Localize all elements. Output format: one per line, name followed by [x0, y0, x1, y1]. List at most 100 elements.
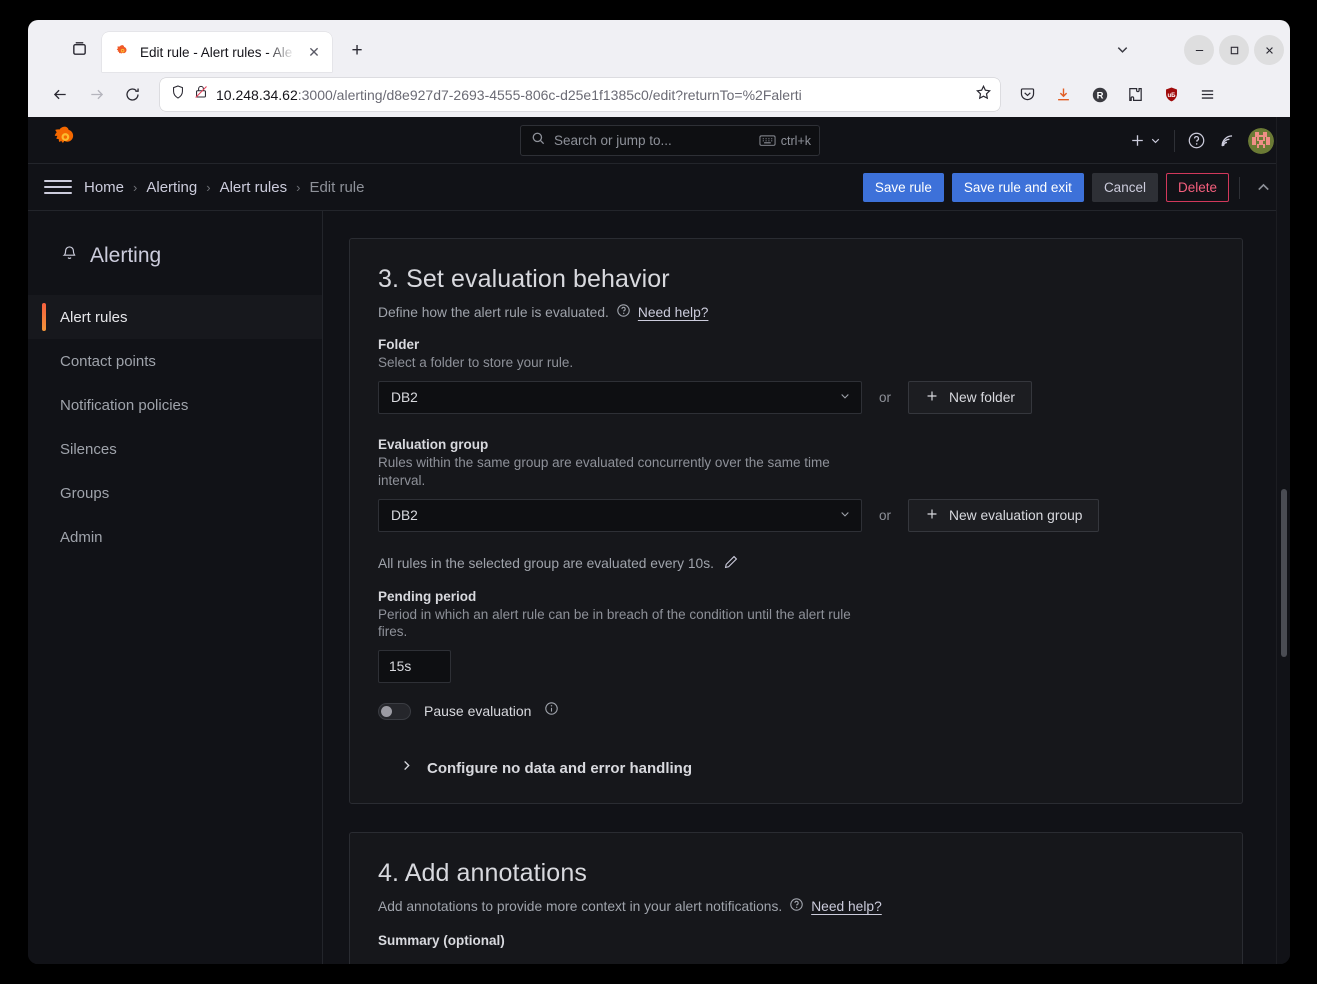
url-path: :3000/alerting/d8e927d7-2693-4555-806c-d…	[297, 86, 802, 103]
summary-label: Summary (optional)	[378, 933, 505, 949]
list-all-tabs-icon[interactable]	[62, 31, 96, 65]
cancel-button[interactable]: Cancel	[1091, 173, 1158, 202]
minimize-button[interactable]	[1184, 35, 1214, 65]
sidebar-item-contact-points[interactable]: Contact points	[28, 339, 322, 383]
delete-button[interactable]: Delete	[1165, 173, 1229, 202]
search-input[interactable]: Search or jump to... ctrl+k	[520, 125, 820, 156]
sidebar-item-label: Groups	[60, 484, 110, 502]
app-menu-icon[interactable]	[1191, 78, 1224, 111]
pending-period-value: 15s	[389, 659, 412, 675]
page-scrollbar[interactable]	[1276, 117, 1290, 964]
section-description-text: Add annotations to provide more context …	[378, 898, 783, 914]
reload-icon[interactable]	[116, 78, 149, 111]
close-button[interactable]	[1254, 35, 1284, 65]
grafana-top-nav: Search or jump to... ctrl+k	[28, 117, 1290, 164]
evaluation-group-row: DB2 or New evaluation group	[378, 498, 1214, 532]
help-circle-icon	[789, 897, 804, 915]
sidebar: Alerting Alert rules Contact points Noti…	[28, 211, 323, 964]
sidebar-item-notification-policies[interactable]: Notification policies	[28, 383, 322, 427]
save-rule-button[interactable]: Save rule	[862, 173, 944, 202]
grafana-logo[interactable]	[50, 125, 80, 155]
pause-evaluation-row: Pause evaluation	[378, 701, 1214, 721]
evaluation-group-select[interactable]: DB2	[378, 498, 862, 532]
need-help-link[interactable]: Need help?	[638, 305, 709, 320]
browser-window: Edit rule - Alert rules - Ale ✕ + 10.248…	[28, 20, 1290, 964]
browser-toolbar-icons: R uБ	[1011, 78, 1224, 111]
configure-no-data-collapse[interactable]: Configure no data and error handling	[378, 759, 1214, 777]
divider	[1239, 176, 1240, 199]
folder-description: Select a folder to store your rule.	[378, 355, 574, 370]
breadcrumb: Home › Alerting › Alert rules › Edit rul…	[84, 179, 364, 196]
sidebar-item-admin[interactable]: Admin	[28, 515, 322, 559]
new-folder-button[interactable]: New folder	[908, 381, 1032, 415]
ublock-origin-icon[interactable]: uБ	[1155, 78, 1188, 111]
menu-toggle-icon[interactable]	[44, 173, 72, 201]
sidebar-item-alert-rules[interactable]: Alert rules	[28, 295, 322, 339]
configure-no-data-label: Configure no data and error handling	[427, 759, 693, 777]
need-help-link[interactable]: Need help?	[811, 899, 882, 914]
maximize-button[interactable]	[1219, 35, 1249, 65]
chevron-down-icon[interactable]	[1109, 36, 1135, 62]
user-avatar[interactable]	[1248, 127, 1274, 154]
container-account-icon[interactable]: R	[1083, 78, 1116, 111]
or-label: or	[879, 507, 892, 523]
new-tab-button[interactable]: +	[341, 35, 373, 67]
chevron-down-icon	[1151, 138, 1160, 144]
shortcut-text: ctrl+k	[780, 133, 811, 148]
url-text[interactable]: 10.248.34.62:3000/alerting/d8e927d7-2693…	[216, 87, 968, 103]
pocket-icon[interactable]	[1011, 78, 1044, 111]
save-rule-and-exit-button[interactable]: Save rule and exit	[951, 173, 1084, 202]
divider	[1174, 129, 1175, 152]
close-icon[interactable]: ✕	[304, 42, 324, 62]
pause-evaluation-toggle[interactable]	[378, 702, 411, 720]
news-rss-icon[interactable]	[1218, 132, 1236, 150]
sidebar-item-label: Contact points	[60, 352, 156, 370]
browser-tab[interactable]: Edit rule - Alert rules - Ale ✕	[102, 32, 332, 72]
breadcrumb-bar: Home › Alerting › Alert rules › Edit rul…	[28, 164, 1290, 211]
breadcrumb-item-alerting[interactable]: Alerting	[146, 179, 197, 196]
section-title: 3. Set evaluation behavior	[378, 265, 670, 293]
add-new-button[interactable]	[1129, 132, 1162, 149]
extensions-icon[interactable]	[1119, 78, 1152, 111]
sidebar-item-groups[interactable]: Groups	[28, 471, 322, 515]
shield-icon[interactable]	[170, 84, 186, 105]
svg-text:R: R	[1096, 90, 1103, 101]
sidebar-item-silences[interactable]: Silences	[28, 427, 322, 471]
info-circle-icon[interactable]	[544, 701, 559, 721]
breadcrumb-separator: ›	[296, 179, 301, 195]
url-bar[interactable]: 10.248.34.62:3000/alerting/d8e927d7-2693…	[160, 78, 1000, 111]
new-evaluation-group-button[interactable]: New evaluation group	[908, 498, 1100, 532]
lock-broken-icon[interactable]	[193, 84, 209, 105]
breadcrumb-item-alert-rules[interactable]: Alert rules	[220, 179, 288, 196]
help-circle-icon[interactable]	[1187, 131, 1206, 150]
evaluation-interval-note: All rules in the selected group are eval…	[378, 554, 1214, 573]
tab-strip: Edit rule - Alert rules - Ale ✕ +	[28, 20, 1290, 72]
tab-title: Edit rule - Alert rules - Ale	[140, 44, 293, 60]
window-controls	[1184, 35, 1284, 65]
search-placeholder: Search or jump to...	[554, 133, 672, 148]
pending-period-input[interactable]: 15s	[378, 650, 451, 684]
sidebar-item-label: Alert rules	[60, 308, 128, 326]
pending-period-description: Period in which an alert rule can be in …	[378, 606, 851, 640]
section-description-text: Define how the alert rule is evaluated.	[378, 304, 609, 320]
evaluation-behavior-card: 3. Set evaluation behavior Define how th…	[349, 238, 1243, 805]
sidebar-item-label: Notification policies	[60, 396, 189, 414]
breadcrumb-item-home[interactable]: Home	[84, 179, 124, 196]
annotations-card: 4. Add annotations Add annotations to pr…	[349, 832, 1243, 964]
back-icon[interactable]	[44, 78, 77, 111]
top-nav-actions	[1129, 117, 1274, 164]
section-description: Add annotations to provide more context …	[378, 897, 1214, 915]
search-shortcut: ctrl+k	[759, 134, 811, 148]
edit-pencil-icon[interactable]	[723, 554, 739, 573]
downloads-icon[interactable]	[1047, 78, 1080, 111]
folder-select[interactable]: DB2	[378, 381, 862, 415]
scrollbar-thumb[interactable]	[1281, 489, 1287, 657]
or-label: or	[879, 390, 892, 406]
forward-icon[interactable]	[80, 78, 113, 111]
chevron-right-icon	[400, 759, 413, 777]
pause-evaluation-label: Pause evaluation	[424, 703, 532, 720]
new-folder-label: New folder	[949, 390, 1015, 406]
chevron-up-icon[interactable]	[1250, 175, 1276, 201]
folder-label: Folder	[378, 337, 420, 352]
bookmark-star-icon[interactable]	[975, 84, 992, 106]
